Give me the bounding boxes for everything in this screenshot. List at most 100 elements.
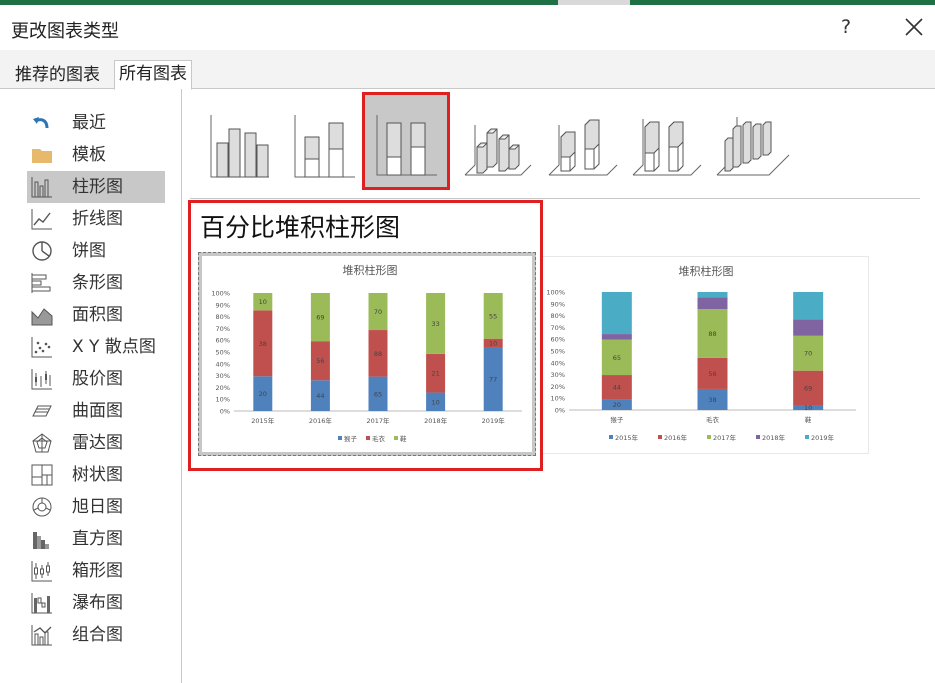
chart-subtype-gallery [183, 92, 923, 195]
pie-chart-icon [31, 240, 53, 262]
sidebar-item-waterfall[interactable]: 瀑布图 [27, 587, 165, 619]
subtype-3d-clustered-column[interactable] [461, 95, 543, 187]
bar-segment [697, 297, 728, 310]
sidebar-item-label: 树状图 [72, 465, 123, 485]
radar-chart-icon [31, 432, 53, 454]
combo-chart-icon [31, 624, 53, 646]
subtype-clustered-column[interactable] [203, 95, 285, 187]
sidebar-item-label: 瀑布图 [72, 593, 123, 613]
tab-all-charts[interactable]: 所有图表 [114, 60, 192, 90]
gallery-divider [190, 198, 920, 199]
y-tick-label: 90% [551, 300, 565, 308]
selected-preview-highlight [188, 200, 543, 471]
subtype-percent-stacked-column[interactable] [362, 92, 450, 190]
sidebar-item-label: 最近 [72, 113, 106, 133]
sidebar-item-label: 柱形图 [72, 177, 123, 197]
y-tick-label: 10% [551, 395, 565, 403]
folder-icon [31, 144, 53, 166]
clustered-column-icon [210, 115, 269, 178]
stacked-column-icon [294, 115, 355, 178]
legend-swatch [756, 435, 760, 439]
tab-recommended[interactable]: 推荐的图表 [11, 62, 104, 88]
y-tick-label: 30% [551, 371, 565, 379]
histogram-chart-icon [31, 528, 53, 550]
sidebar-item-surface[interactable]: 曲面图 [27, 395, 165, 427]
subtype-3d-percent-stacked-column[interactable] [629, 95, 711, 187]
bar-segment [601, 292, 632, 335]
line-chart-icon [31, 208, 53, 230]
sidebar-item-label: 直方图 [72, 529, 123, 549]
data-label: 20 [613, 401, 621, 409]
y-tick-label: 100% [546, 289, 565, 297]
y-tick-label: 40% [551, 359, 565, 367]
sidebar-item-combo[interactable]: 组合图 [27, 619, 165, 651]
percent-stacked-column-icon [376, 115, 437, 176]
scatter-chart-icon [31, 336, 53, 358]
data-label: 56 [708, 370, 716, 378]
help-button[interactable]: ? [838, 16, 854, 38]
3d-clustered-column-icon [464, 125, 532, 176]
data-label: 44 [613, 384, 621, 392]
sidebar-item-label: 股价图 [72, 369, 123, 389]
sidebar-item-column[interactable]: 柱形图 [27, 171, 165, 203]
data-label: 69 [804, 384, 812, 392]
sidebar-item-treemap[interactable]: 树状图 [27, 459, 165, 491]
surface-chart-icon [31, 400, 53, 422]
sidebar-item-label: X Y 散点图 [72, 337, 156, 357]
sidebar-item-label: 条形图 [72, 273, 123, 293]
data-label: 38 [708, 396, 716, 404]
sidebar-item-recent[interactable]: 最近 [27, 107, 165, 139]
sidebar-item-histogram[interactable]: 直方图 [27, 523, 165, 555]
bar-segment [697, 292, 728, 298]
sidebar-item-sunburst[interactable]: 旭日图 [27, 491, 165, 523]
y-tick-label: 20% [551, 383, 565, 391]
subtype-3d-stacked-column[interactable] [545, 95, 627, 187]
sidebar-item-label: 面积图 [72, 305, 123, 325]
area-chart-icon [31, 304, 53, 326]
sunburst-chart-icon [31, 496, 53, 518]
3d-percent-stacked-column-icon [632, 119, 702, 176]
3d-stacked-column-icon [548, 119, 618, 176]
sidebar-item-bar[interactable]: 条形图 [27, 267, 165, 299]
3d-column-icon [716, 117, 790, 176]
subtype-3d-column[interactable] [713, 95, 795, 187]
x-tick-label: 毛衣 [706, 415, 720, 424]
chart-title: 堆积柱形图 [679, 264, 734, 278]
data-label: 65 [613, 354, 621, 362]
sidebar-item-pie[interactable]: 饼图 [27, 235, 165, 267]
sidebar-item-box-whisker[interactable]: 箱形图 [27, 555, 165, 587]
sidebar-item-stock[interactable]: 股价图 [27, 363, 165, 395]
legend-label: 2017年 [713, 433, 737, 442]
legend-swatch [609, 435, 613, 439]
sidebar-item-radar[interactable]: 雷达图 [27, 427, 165, 459]
sidebar-item-label: 旭日图 [72, 497, 123, 517]
legend-label: 2016年 [664, 433, 688, 442]
legend-label: 2019年 [811, 433, 835, 442]
box-whisker-chart-icon [31, 560, 53, 582]
sidebar-item-label: 箱形图 [72, 561, 123, 581]
legend-swatch [658, 435, 662, 439]
sidebar-item-label: 曲面图 [72, 401, 123, 421]
sidebar-item-templates[interactable]: 模板 [27, 139, 165, 171]
data-label: 88 [708, 330, 716, 338]
legend-swatch [805, 435, 809, 439]
data-label: 70 [804, 350, 812, 358]
bar-chart-icon [31, 272, 53, 294]
sidebar-item-label: 饼图 [72, 241, 106, 261]
legend-label: 2018年 [762, 433, 786, 442]
x-tick-label: 鞋 [805, 415, 812, 424]
y-tick-label: 60% [551, 336, 565, 344]
waterfall-chart-icon [31, 592, 53, 614]
close-icon[interactable] [904, 17, 924, 37]
column-chart-icon [31, 176, 53, 198]
chart-preview-2[interactable]: 堆积柱形图 0% 10% 20% 30% 40% 50% 60% 70% 80% 90% 100% 20… [541, 256, 869, 454]
tab-strip: 推荐的图表 所有图表 [0, 50, 935, 90]
sidebar-item-scatter[interactable]: X Y 散点图 [27, 331, 165, 363]
bar-segment [793, 319, 824, 336]
recent-icon [31, 112, 53, 134]
x-tick-label: 猴子 [610, 415, 624, 424]
sidebar-item-label: 雷达图 [72, 433, 123, 453]
subtype-stacked-column[interactable] [287, 95, 369, 187]
sidebar-item-line[interactable]: 折线图 [27, 203, 165, 235]
sidebar-item-area[interactable]: 面积图 [27, 299, 165, 331]
